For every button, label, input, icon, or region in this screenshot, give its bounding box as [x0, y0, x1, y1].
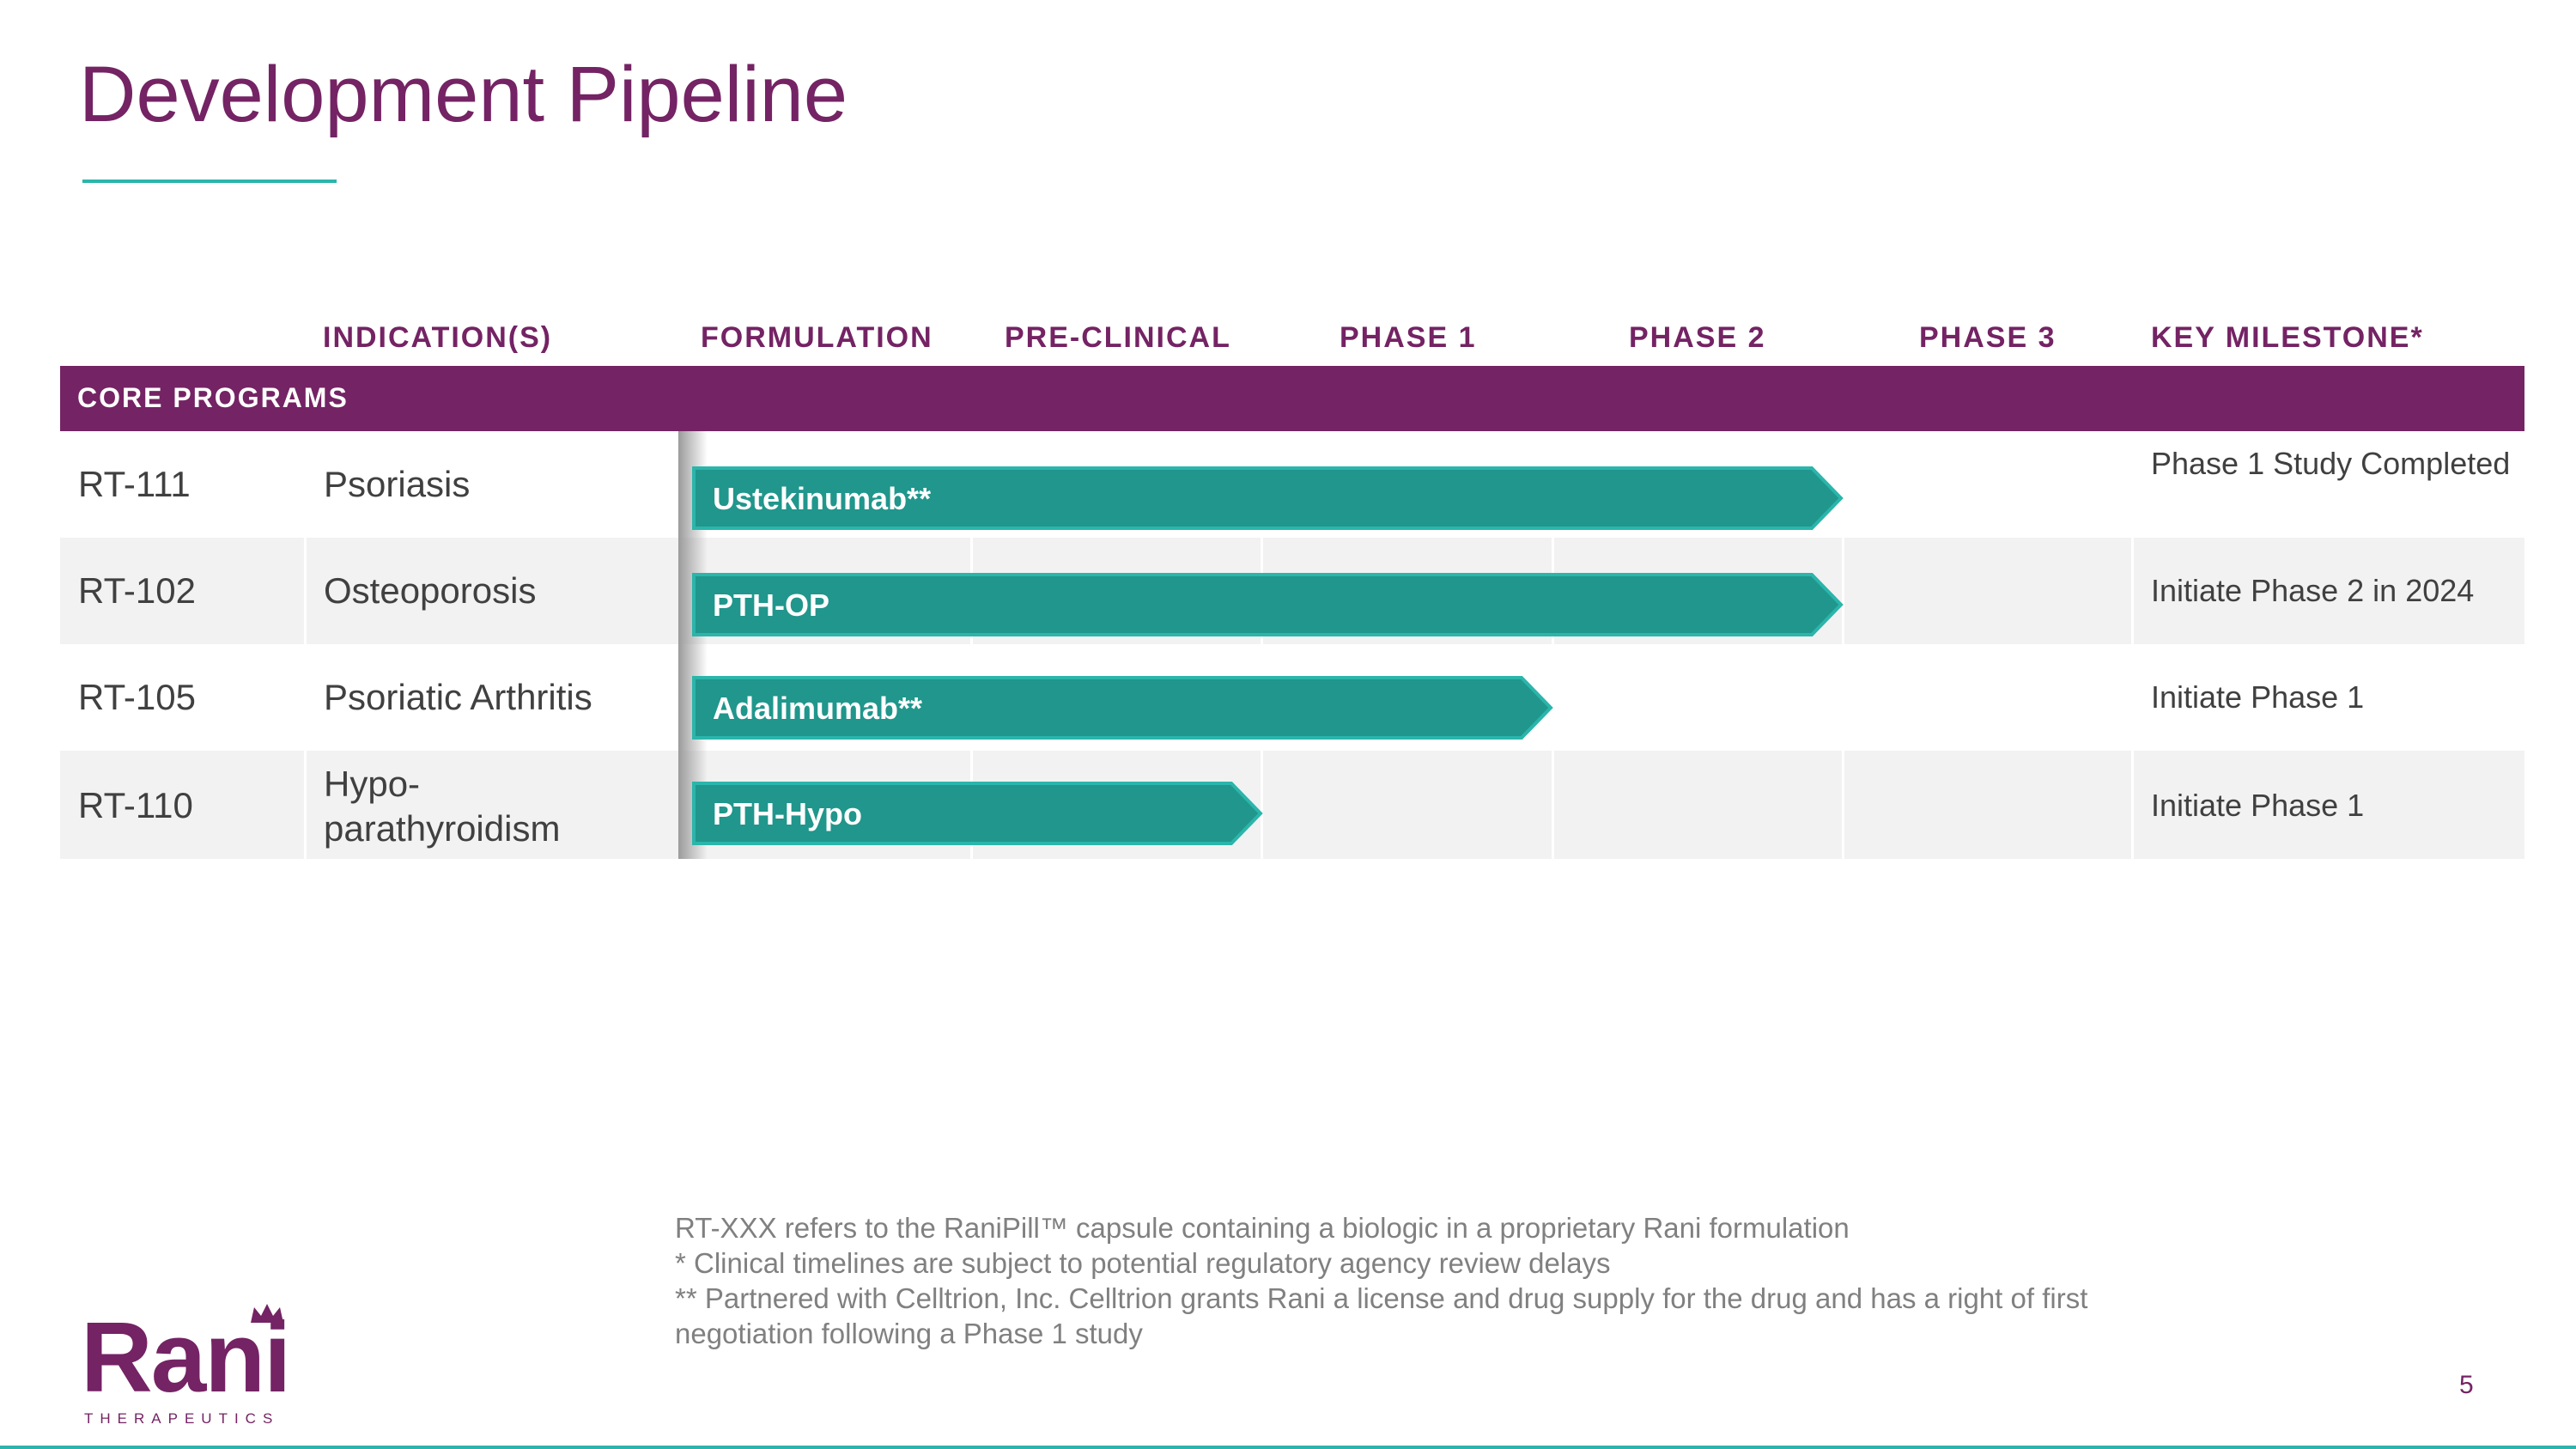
section-band: CORE PROGRAMS	[60, 366, 2524, 431]
header-indication: INDICATION(S)	[323, 321, 553, 354]
key-milestone: Initiate Phase 1	[2151, 788, 2365, 823]
indication: Psoriatic Arthritis	[324, 677, 592, 717]
program-id: RT-102	[78, 570, 196, 611]
cell-divider	[304, 538, 307, 644]
pipeline-bar: Adalimumab**	[692, 676, 1553, 740]
footnote-line: ** Partnered with Celltrion, Inc. Celltr…	[675, 1282, 2088, 1314]
program-id: RT-110	[78, 785, 193, 825]
header-preclinical: PRE-CLINICAL	[1005, 321, 1231, 354]
header-phase2: PHASE 2	[1629, 321, 1766, 354]
cell-divider	[1552, 751, 1554, 859]
logo-tagline: THERAPEUTICS	[84, 1410, 280, 1427]
cell-divider	[1261, 751, 1263, 859]
pipeline-bar-label: Adalimumab**	[713, 691, 923, 726]
pipeline-bar: PTH-OP	[692, 573, 1844, 636]
pipeline-bar-label: PTH-Hypo	[713, 796, 862, 831]
pipeline-bar: Ustekinumab**	[692, 466, 1844, 530]
pipeline-bar-label: PTH-OP	[713, 588, 830, 623]
section-label: CORE PROGRAMS	[77, 382, 349, 413]
indication: Hypo- parathyroidism	[324, 762, 560, 851]
cell-divider	[2131, 538, 2134, 644]
header-phase3: PHASE 3	[1919, 321, 2057, 354]
key-milestone: Initiate Phase 2 in 2024	[2151, 573, 2475, 608]
indication: Psoriasis	[324, 464, 471, 504]
pipeline-bar-arrow	[692, 573, 1844, 636]
header-milestone: KEY MILESTONE*	[2151, 321, 2424, 354]
indication-line: parathyroidism	[324, 808, 561, 849]
key-milestone: Phase 1 Study Completed	[2151, 446, 2511, 481]
footnote-line: negotiation following a Phase 1 study	[675, 1318, 1143, 1349]
indication: Osteoporosis	[324, 570, 537, 611]
program-id: RT-105	[78, 677, 196, 717]
footnote-line: RT-XXX refers to the RaniPill™ capsule c…	[675, 1212, 1850, 1244]
page-number: 5	[2459, 1371, 2474, 1399]
cell-divider	[1842, 538, 1844, 644]
program-id: RT-111	[78, 464, 191, 504]
page-title: Development Pipeline	[79, 51, 848, 138]
header-formulation: FORMULATION	[701, 321, 933, 354]
header-phase1: PHASE 1	[1340, 321, 1477, 354]
cell-divider	[2131, 751, 2134, 859]
pipeline-bar-label: Ustekinumab**	[713, 481, 932, 516]
crown-icon	[251, 1304, 283, 1323]
cell-divider	[304, 751, 307, 859]
footnotes: RT-XXX refers to the RaniPill™ capsule c…	[675, 1210, 2203, 1351]
rani-logo: Rani THERAPEUTICS	[81, 1304, 291, 1428]
pipeline-bar: PTH-Hypo	[692, 782, 1263, 845]
key-milestone: Initiate Phase 1	[2151, 679, 2365, 715]
cell-divider	[1842, 751, 1844, 859]
footnote-line: * Clinical timelines are subject to pote…	[675, 1247, 1611, 1279]
footer-rule	[0, 1446, 2576, 1449]
pipeline-bar-shape	[692, 573, 1844, 636]
indication-line: Hypo-	[324, 764, 421, 804]
title-underline	[82, 180, 337, 183]
table-row: RT-110 Hypo- parathyroidism Initiate Pha…	[60, 751, 2524, 859]
